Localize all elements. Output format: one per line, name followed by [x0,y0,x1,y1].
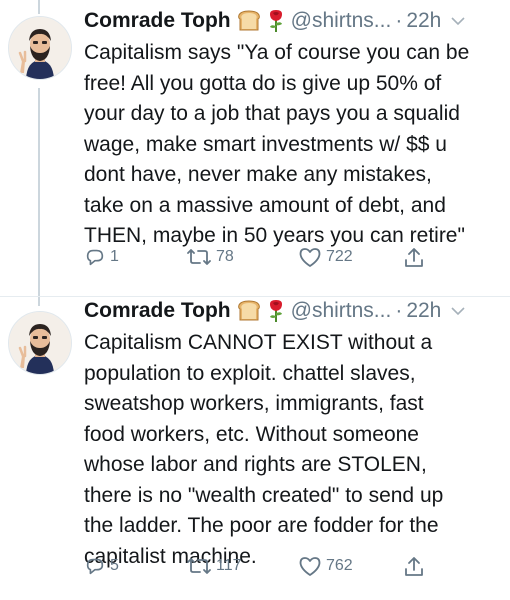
author-name[interactable]: Comrade Toph [84,299,231,323]
reply-icon [86,558,104,575]
reply-button[interactable]: 5 [84,555,119,577]
retweet-icon [187,558,211,574]
author-handle[interactable]: @shirtns... [291,299,392,323]
timestamp[interactable]: 22h [406,299,441,323]
tweet-text: Capitalism CANNOT EXIST without a popula… [84,331,444,568]
avatar[interactable] [8,311,72,375]
retweet-button[interactable]: 78 [186,246,234,268]
like-count: 722 [326,248,353,265]
share-button[interactable] [402,246,430,270]
like-icon [299,557,321,576]
separator-dot: · [395,299,403,322]
share-button[interactable] [402,555,430,579]
tweet-actions: 5 117 762 [84,555,484,583]
timestamp[interactable]: 22h [406,9,441,33]
retweet-count: 78 [216,248,234,265]
tweet[interactable]: Comrade Toph @shirtns... · 22h Capitalis… [0,0,510,298]
retweet-icon [187,249,211,265]
chevron-down-icon[interactable] [451,16,465,26]
tweet-header: Comrade Toph @shirtns... · 22h [84,4,465,38]
author-name[interactable]: Comrade Toph [84,9,231,33]
avatar[interactable] [8,16,72,80]
like-button[interactable]: 722 [298,246,353,268]
like-button[interactable]: 762 [298,555,353,577]
retweet-count: 117 [216,557,242,574]
reply-count: 5 [110,557,119,574]
tweet-header: Comrade Toph @shirtns... · 22h [84,294,465,328]
retweet-button[interactable]: 117 [186,555,242,577]
chevron-down-icon[interactable] [451,306,465,316]
bread-emoji [237,300,261,322]
reply-count: 1 [110,248,119,265]
author-handle[interactable]: @shirtns... [291,9,392,33]
bread-emoji [237,10,261,32]
like-icon [299,248,321,267]
rose-emoji [267,299,285,323]
separator-dot: · [395,9,403,32]
like-count: 762 [326,557,353,574]
share-icon [405,557,423,576]
tweet[interactable]: Comrade Toph @shirtns... · 22h Capitalis… [0,298,510,600]
reply-icon [86,249,104,266]
tweet-actions: 1 78 722 [84,246,484,274]
share-icon [405,248,423,267]
tweet-text: Capitalism says "Ya of course you can be… [84,41,470,247]
rose-emoji [267,9,285,33]
reply-button[interactable]: 1 [84,246,119,268]
